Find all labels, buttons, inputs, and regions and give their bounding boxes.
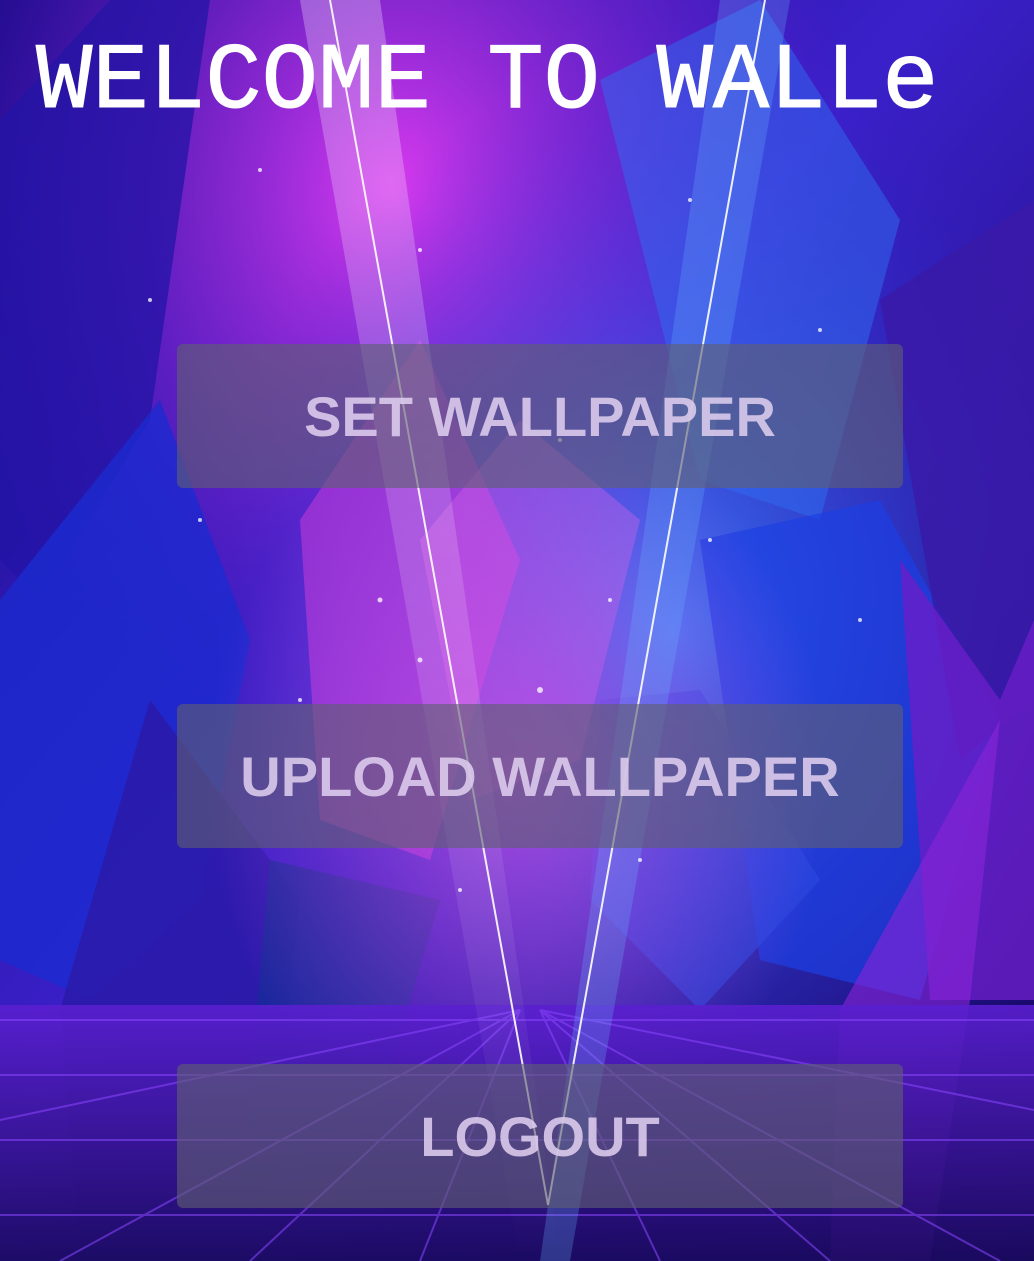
upload-wallpaper-button[interactable]: UPLOAD WALLPAPER	[177, 704, 903, 848]
set-wallpaper-button[interactable]: SET WALLPAPER	[177, 344, 903, 488]
page-title: WELCOME TO WALLe	[36, 30, 940, 136]
logout-button[interactable]: LOGOUT	[177, 1064, 903, 1208]
